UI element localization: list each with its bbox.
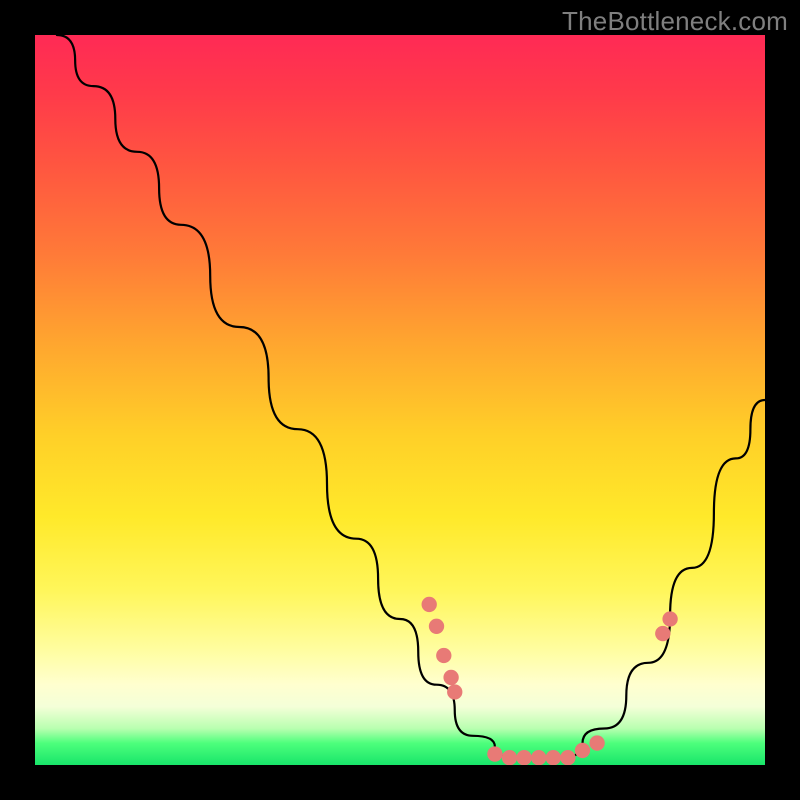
data-marker — [560, 750, 575, 765]
data-marker — [531, 750, 546, 765]
data-marker — [502, 750, 517, 765]
data-marker — [429, 619, 444, 634]
bottleneck-curve — [57, 35, 765, 758]
data-marker — [422, 597, 437, 612]
chart-overlay — [35, 35, 765, 765]
data-marker — [487, 746, 502, 761]
data-marker — [516, 750, 531, 765]
data-marker — [443, 670, 458, 685]
data-marker — [436, 648, 451, 663]
watermark-label: TheBottleneck.com — [562, 6, 788, 37]
data-marker — [655, 626, 670, 641]
chart-stage: TheBottleneck.com — [0, 0, 800, 800]
data-marker — [546, 750, 561, 765]
data-marker — [575, 743, 590, 758]
data-marker — [589, 735, 604, 750]
data-marker — [662, 611, 677, 626]
data-markers-group — [422, 597, 678, 765]
data-marker — [447, 684, 462, 699]
